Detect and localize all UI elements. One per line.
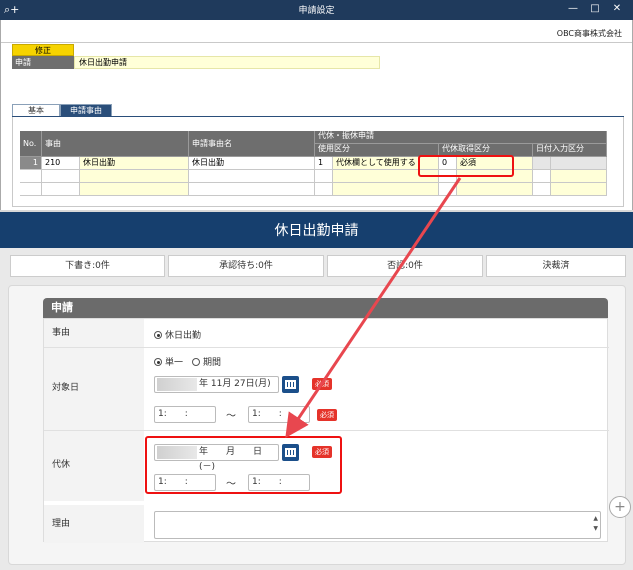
arrow-line: [285, 177, 462, 438]
callout-arrow: [285, 177, 462, 438]
